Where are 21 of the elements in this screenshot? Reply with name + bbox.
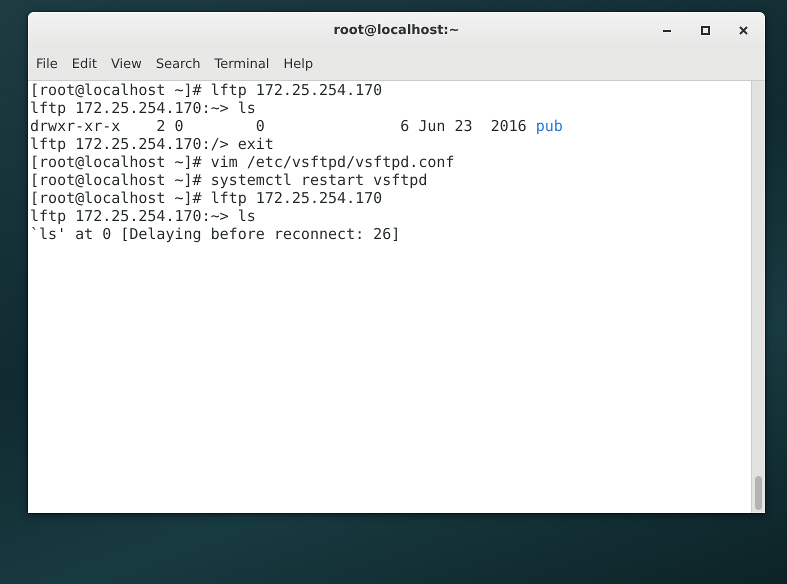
- terminal-line: lftp 172.25.254.170:~> ls: [30, 207, 257, 225]
- minimize-icon: [663, 28, 671, 32]
- menu-item[interactable]: Help: [277, 52, 320, 76]
- menu-item[interactable]: Search: [150, 52, 206, 76]
- terminal-line: [root@localhost ~]# lftp 172.25.254.170: [30, 81, 384, 99]
- maximize-icon: [700, 26, 710, 34]
- terminal-line: [root@localhost ~]# systemctl restart vsftpd: [30, 171, 428, 189]
- scrollbar-thumb[interactable]: [755, 476, 762, 510]
- terminal-line: [root@localhost ~]# vim /etc/vsftpd/vsftpd.conf: [30, 153, 456, 171]
- menu-item[interactable]: File: [30, 52, 64, 76]
- window-title: root@localhost:~: [333, 22, 460, 38]
- terminal-line: lftp 172.25.254.170:~> ls: [30, 99, 257, 117]
- close-icon: [738, 26, 748, 34]
- menu-item[interactable]: Terminal: [208, 52, 276, 76]
- terminal-line: [root@localhost ~]# lftp 172.25.254.170: [30, 189, 384, 207]
- terminal-line: lftp 172.25.254.170:/> exit: [30, 135, 275, 153]
- terminal-line: `ls' at 0 [Delaying before reconnect: 26]: [30, 225, 402, 243]
- menu-item[interactable]: View: [104, 52, 148, 76]
- terminal-line: drwxr-xr-x 2 0 0 6 Jun 23 2016 pub: [30, 117, 564, 135]
- menu-item[interactable]: Edit: [66, 52, 103, 76]
- scrollbar[interactable]: [751, 81, 765, 513]
